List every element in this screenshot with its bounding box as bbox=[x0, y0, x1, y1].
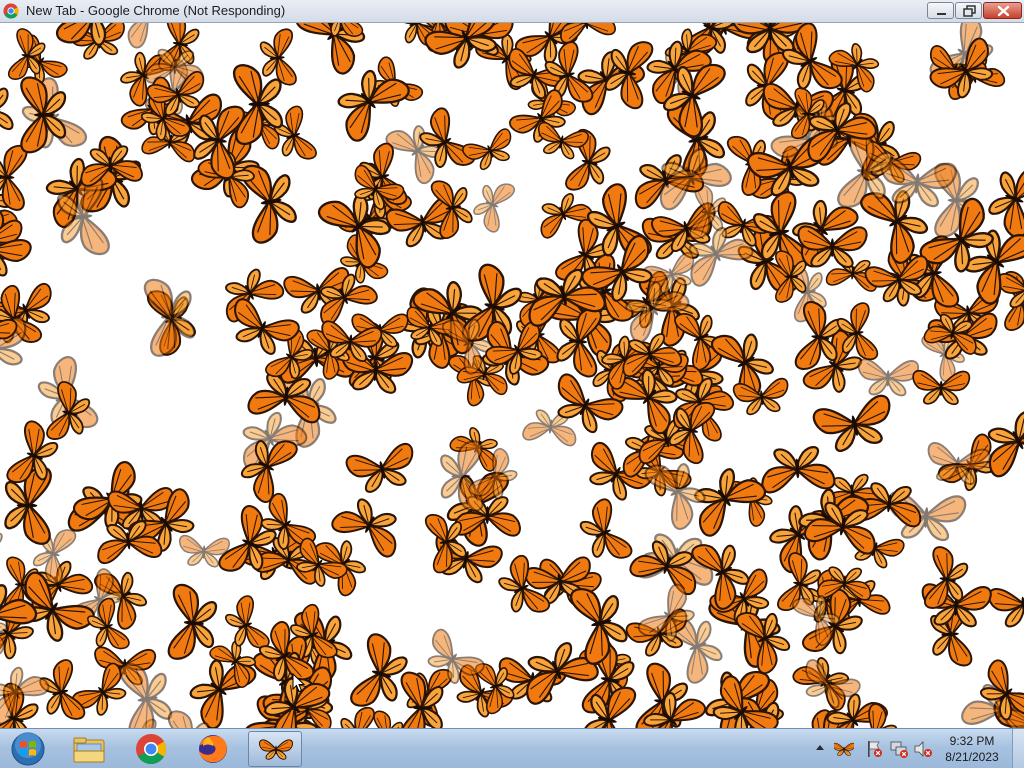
taskbar: 9:32 PM 8/21/2023 bbox=[0, 728, 1024, 768]
maximize-icon bbox=[963, 5, 976, 17]
butterfly-image bbox=[370, 710, 405, 728]
butterfly-image bbox=[0, 73, 17, 149]
action-center-flag-icon[interactable] bbox=[864, 739, 884, 759]
butterfly-image bbox=[856, 358, 920, 397]
show-hidden-icons-arrow-icon[interactable] bbox=[815, 743, 825, 753]
butterfly-image bbox=[142, 275, 198, 358]
maximize-button[interactable] bbox=[955, 2, 982, 19]
butterfly-image bbox=[340, 706, 375, 728]
taskbar-firefox[interactable] bbox=[186, 731, 240, 767]
taskbar-file-explorer[interactable] bbox=[62, 731, 116, 767]
butterfly-image bbox=[258, 27, 298, 88]
network-icon[interactable] bbox=[889, 739, 909, 759]
windows-start-orb-icon bbox=[11, 732, 45, 766]
system-clock[interactable]: 9:32 PM 8/21/2023 bbox=[936, 733, 1008, 765]
butterfly-image bbox=[532, 120, 590, 163]
butterfly-image bbox=[568, 579, 633, 667]
butterfly-image bbox=[460, 126, 520, 175]
butterfly-image bbox=[348, 631, 414, 717]
butterfly-image bbox=[344, 441, 421, 497]
taskbar-butterflies-app[interactable] bbox=[248, 731, 302, 767]
window-titlebar[interactable]: New Tab - Google Chrome (Not Responding) bbox=[0, 0, 1024, 23]
butterfly-swarm bbox=[0, 23, 1024, 728]
browser-content-area[interactable] bbox=[0, 23, 1024, 728]
volume-muted-icon[interactable] bbox=[913, 739, 933, 759]
minimize-icon bbox=[937, 13, 946, 15]
butterfly-image bbox=[439, 440, 484, 513]
chrome-icon bbox=[3, 3, 19, 19]
butterfly-image bbox=[0, 515, 6, 580]
start-button[interactable] bbox=[4, 731, 52, 767]
butterfly-image bbox=[811, 393, 899, 457]
butterfly-image bbox=[733, 600, 797, 677]
taskbar-google-chrome[interactable] bbox=[124, 731, 178, 767]
close-button[interactable] bbox=[983, 2, 1022, 19]
mouse-cursor bbox=[292, 673, 306, 693]
window-title: New Tab - Google Chrome (Not Responding) bbox=[26, 3, 286, 18]
butterfly-image bbox=[758, 444, 836, 494]
butterfly-image bbox=[468, 174, 517, 235]
clock-time: 9:32 PM bbox=[949, 734, 995, 748]
chrome-icon bbox=[136, 734, 167, 765]
folder-icon bbox=[73, 737, 105, 763]
clock-date: 8/21/2023 bbox=[945, 750, 999, 764]
butterfly-icon bbox=[258, 739, 294, 760]
butterfly-image bbox=[555, 23, 617, 45]
show-desktop-button[interactable] bbox=[1012, 729, 1024, 768]
butterfly-tray-icon[interactable] bbox=[834, 739, 854, 759]
firefox-icon bbox=[199, 735, 227, 763]
butterfly-image bbox=[982, 157, 1024, 241]
butterfly-image bbox=[986, 579, 1024, 630]
butterfly-image bbox=[732, 377, 792, 417]
close-icon bbox=[997, 5, 1010, 17]
butterfly-image bbox=[0, 143, 28, 212]
minimize-button[interactable] bbox=[927, 2, 954, 19]
